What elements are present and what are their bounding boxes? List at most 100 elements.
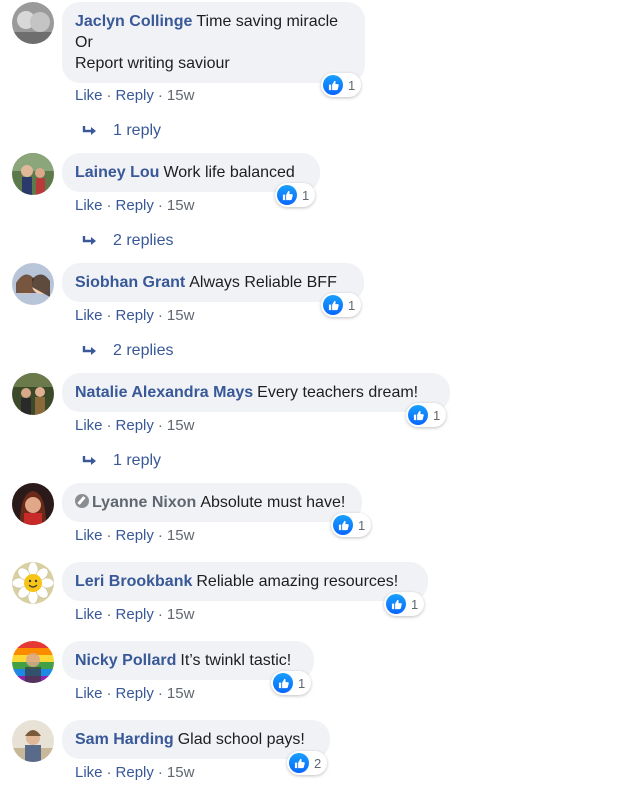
comment-author[interactable]: Leri Brookbank (75, 573, 192, 590)
avatar[interactable] (12, 483, 54, 525)
avatar[interactable] (12, 562, 54, 604)
reaction-number: 1 (298, 675, 306, 691)
comment-bubble: Natalie Alexandra Mays Every teachers dre… (62, 373, 450, 412)
comment-text: Glad school pays! (177, 731, 305, 748)
separator: · (106, 417, 112, 434)
comment-time[interactable]: 15w (167, 685, 195, 702)
reaction-count[interactable]: 1 (321, 293, 362, 317)
avatar[interactable] (12, 153, 54, 195)
reaction-count[interactable]: 1 (321, 73, 362, 97)
thumbs-up-icon (289, 753, 309, 773)
reply-link[interactable]: Reply (116, 527, 154, 544)
reply-arrow-icon (82, 126, 96, 135)
comment-text: Report writing saviour (75, 55, 230, 72)
comment-time[interactable]: 15w (167, 417, 195, 434)
reaction-number: 2 (314, 755, 322, 771)
comment-bubble: Siobhan Grant Always Reliable BFF (62, 263, 364, 302)
reply-link[interactable]: Reply (116, 764, 154, 781)
comment-text: Absolute must have! (200, 494, 346, 511)
like-link[interactable]: Like (75, 685, 103, 702)
separator: · (157, 527, 163, 544)
comment-time[interactable]: 15w (167, 764, 195, 781)
comment-time[interactable]: 15w (167, 307, 195, 324)
avatar[interactable] (12, 2, 54, 44)
separator: · (157, 307, 163, 324)
comment-author[interactable]: Lainey Lou (75, 164, 159, 181)
reaction-count[interactable]: 1 (275, 183, 316, 207)
avatar[interactable] (12, 720, 54, 762)
reply-link[interactable]: Reply (116, 417, 154, 434)
separator: · (157, 417, 163, 434)
reply-link[interactable]: Reply (116, 685, 154, 702)
separator: · (157, 606, 163, 623)
separator: · (157, 197, 163, 214)
separator: · (157, 764, 163, 781)
comment-text: Every teachers dream! (257, 384, 419, 401)
like-link[interactable]: Like (75, 417, 103, 434)
comment-time[interactable]: 15w (167, 606, 195, 623)
comment-actions: Like · Reply · 15w (75, 685, 194, 702)
comment-time[interactable]: 15w (167, 87, 195, 104)
like-link[interactable]: Like (75, 307, 103, 324)
comment-text: Or (75, 34, 93, 51)
reaction-count[interactable]: 1 (331, 513, 372, 537)
separator: · (106, 527, 112, 544)
separator: · (106, 307, 112, 324)
reaction-count[interactable]: 1 (384, 592, 425, 616)
view-replies-link[interactable]: 2 replies (82, 232, 173, 250)
comment-author[interactable]: Siobhan Grant (75, 274, 185, 291)
comment-author[interactable]: Sam Harding (75, 731, 174, 748)
reply-arrow-icon (82, 456, 96, 465)
separator: · (106, 197, 112, 214)
reply-link[interactable]: Reply (116, 197, 154, 214)
avatar[interactable] (12, 373, 54, 415)
replies-count: 2 replies (113, 232, 174, 249)
view-replies-link[interactable]: 1 reply (82, 122, 161, 140)
reply-link[interactable]: Reply (116, 87, 154, 104)
view-replies-link[interactable]: 2 replies (82, 342, 173, 360)
comment-author[interactable]: Lyanne Nixon (92, 494, 196, 511)
comment-bubble: Sam Harding Glad school pays! (62, 720, 330, 759)
comment-author[interactable]: Nicky Pollard (75, 652, 176, 669)
comment-author[interactable]: Natalie Alexandra Mays (75, 384, 253, 401)
reply-link[interactable]: Reply (116, 606, 154, 623)
comment-time[interactable]: 15w (167, 527, 195, 544)
comment-text: Time saving miracle (196, 13, 339, 30)
avatar[interactable] (12, 263, 54, 305)
replies-count: 1 reply (113, 122, 162, 139)
thumbs-up-icon (273, 673, 293, 693)
reaction-number: 1 (302, 187, 310, 203)
comment-author[interactable]: Jaclyn Collinge (75, 13, 192, 30)
replies-count: 1 reply (113, 452, 162, 469)
comment-actions: Like · Reply · 15w (75, 87, 194, 104)
like-link[interactable]: Like (75, 197, 103, 214)
reaction-count[interactable]: 1 (271, 671, 312, 695)
reaction-count[interactable]: 1 (406, 403, 447, 427)
reaction-number: 1 (411, 596, 419, 612)
comment-bubble: Jaclyn Collinge Time saving miracle Or Re… (62, 2, 365, 83)
view-replies-link[interactable]: 1 reply (82, 452, 161, 470)
thumbs-up-icon (277, 185, 297, 205)
thumbs-up-icon (323, 75, 343, 95)
like-link[interactable]: Like (75, 764, 103, 781)
reaction-number: 1 (358, 517, 366, 533)
thumbs-up-icon (323, 295, 343, 315)
comment-bubble: Lyanne Nixon Absolute must have! (62, 483, 362, 522)
avatar[interactable] (12, 641, 54, 683)
comment-text: It’s twinkl tastic! (180, 652, 292, 669)
like-link[interactable]: Like (75, 606, 103, 623)
separator: · (157, 87, 163, 104)
thumbs-up-icon (333, 515, 353, 535)
reaction-count[interactable]: 2 (287, 751, 328, 775)
like-link[interactable]: Like (75, 87, 103, 104)
like-link[interactable]: Like (75, 527, 103, 544)
comment-actions: Like · Reply · 15w (75, 417, 194, 434)
comment-actions: Like · Reply · 15w (75, 527, 194, 544)
replies-count: 2 replies (113, 342, 174, 359)
comment-text: Reliable amazing resources! (196, 573, 399, 590)
reply-link[interactable]: Reply (116, 307, 154, 324)
comment-time[interactable]: 15w (167, 197, 195, 214)
reaction-number: 1 (348, 297, 356, 313)
thumbs-up-icon (386, 594, 406, 614)
reaction-number: 1 (433, 407, 441, 423)
